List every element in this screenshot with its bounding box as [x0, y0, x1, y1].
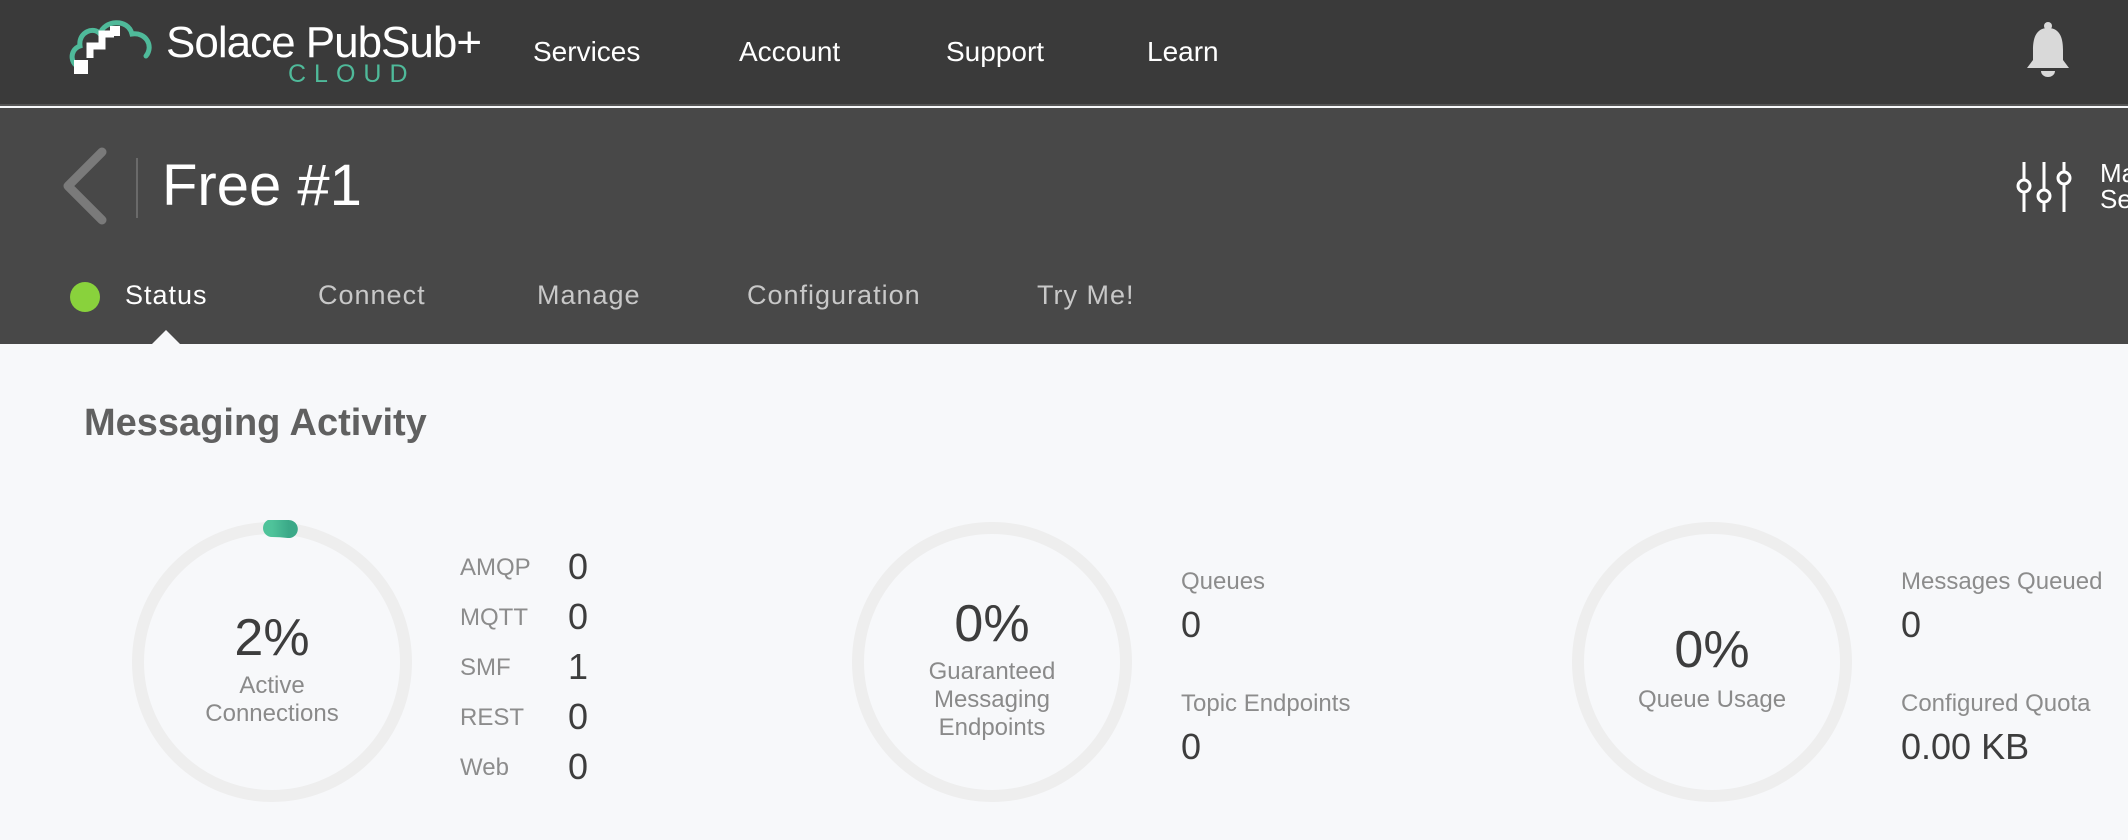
tab-connect[interactable]: Connect — [318, 280, 426, 311]
queue-usage-value: 0% — [1674, 621, 1750, 679]
nav-account[interactable]: Account — [739, 36, 840, 68]
gauge-progress-arc — [263, 520, 298, 539]
active-connections-gauge: 2% Active Connections — [130, 520, 414, 804]
service-title: Free #1 — [162, 153, 362, 218]
guaranteed-messaging-endpoints-gauge: 0% Guaranteed Messaging Endpoints — [850, 520, 1134, 804]
section-title: Messaging Activity — [84, 402, 427, 444]
endpoints-label-2: Messaging — [933, 686, 1051, 713]
endpoints-label-1: Guaranteed — [928, 658, 1056, 685]
protocol-web-value: 0 — [568, 746, 589, 787]
top-navigation-bar: Solace PubSub+ CLOUD Services Account Su… — [0, 0, 2128, 106]
status-indicator-dot — [70, 282, 100, 312]
tab-try-me[interactable]: Try Me! — [1037, 280, 1135, 311]
active-connections-label-2: Connections — [205, 700, 339, 727]
messages-queued-label: Messages Queued — [1901, 568, 2103, 595]
protocol-mqtt-label: MQTT — [460, 604, 528, 631]
sliders-settings-icon[interactable] — [2014, 160, 2074, 214]
messages-queued-value: 0 — [1901, 604, 1922, 645]
queue-usage-gauge: 0% Queue Usage — [1570, 520, 1854, 804]
notifications-bell-icon[interactable] — [2025, 20, 2071, 78]
protocol-smf-value: 1 — [568, 646, 589, 687]
solace-logo[interactable]: Solace PubSub+ CLOUD — [66, 12, 482, 92]
tab-manage[interactable]: Manage — [537, 280, 641, 311]
tab-status[interactable]: Status — [125, 280, 208, 311]
cloud-logo-icon — [69, 20, 152, 74]
logo-subtitle: CLOUD — [288, 60, 416, 88]
protocol-rest-label: REST — [460, 704, 525, 731]
manage-settings-link[interactable]: Ma Se — [2100, 160, 2128, 212]
tab-configuration[interactable]: Configuration — [747, 280, 921, 311]
nav-services[interactable]: Services — [533, 36, 640, 68]
settings-label-line2: Se — [2100, 184, 2128, 214]
back-chevron-icon[interactable] — [58, 146, 114, 226]
nav-learn[interactable]: Learn — [1147, 36, 1219, 68]
nav-support[interactable]: Support — [946, 36, 1044, 68]
protocol-web-label: Web — [460, 754, 509, 781]
protocol-rest-value: 0 — [568, 696, 589, 737]
queues-label: Queues — [1181, 568, 1266, 595]
protocol-mqtt-value: 0 — [568, 596, 589, 637]
configured-quota-value: 0.00 KB — [1901, 726, 2030, 767]
protocol-smf-label: SMF — [460, 654, 511, 681]
topic-endpoints-label: Topic Endpoints — [1181, 690, 1351, 717]
protocol-amqp-label: AMQP — [460, 554, 531, 581]
queue-usage-label: Queue Usage — [1637, 686, 1787, 713]
active-connections-label-1: Active — [239, 672, 305, 699]
endpoints-value: 0% — [954, 595, 1030, 653]
service-header: Free #1 Ma Se Status Connect Manage Conf… — [0, 108, 2128, 344]
title-divider — [136, 158, 138, 218]
active-tab-caret — [152, 330, 180, 344]
protocol-amqp-value: 0 — [568, 546, 589, 587]
topic-endpoints-value: 0 — [1181, 726, 1202, 767]
endpoints-label-3: Endpoints — [938, 714, 1046, 741]
settings-label-line1: Ma — [2100, 158, 2128, 188]
queues-value: 0 — [1181, 604, 1202, 645]
configured-quota-label: Configured Quota — [1901, 690, 2091, 717]
active-connections-value: 2% — [234, 609, 310, 667]
